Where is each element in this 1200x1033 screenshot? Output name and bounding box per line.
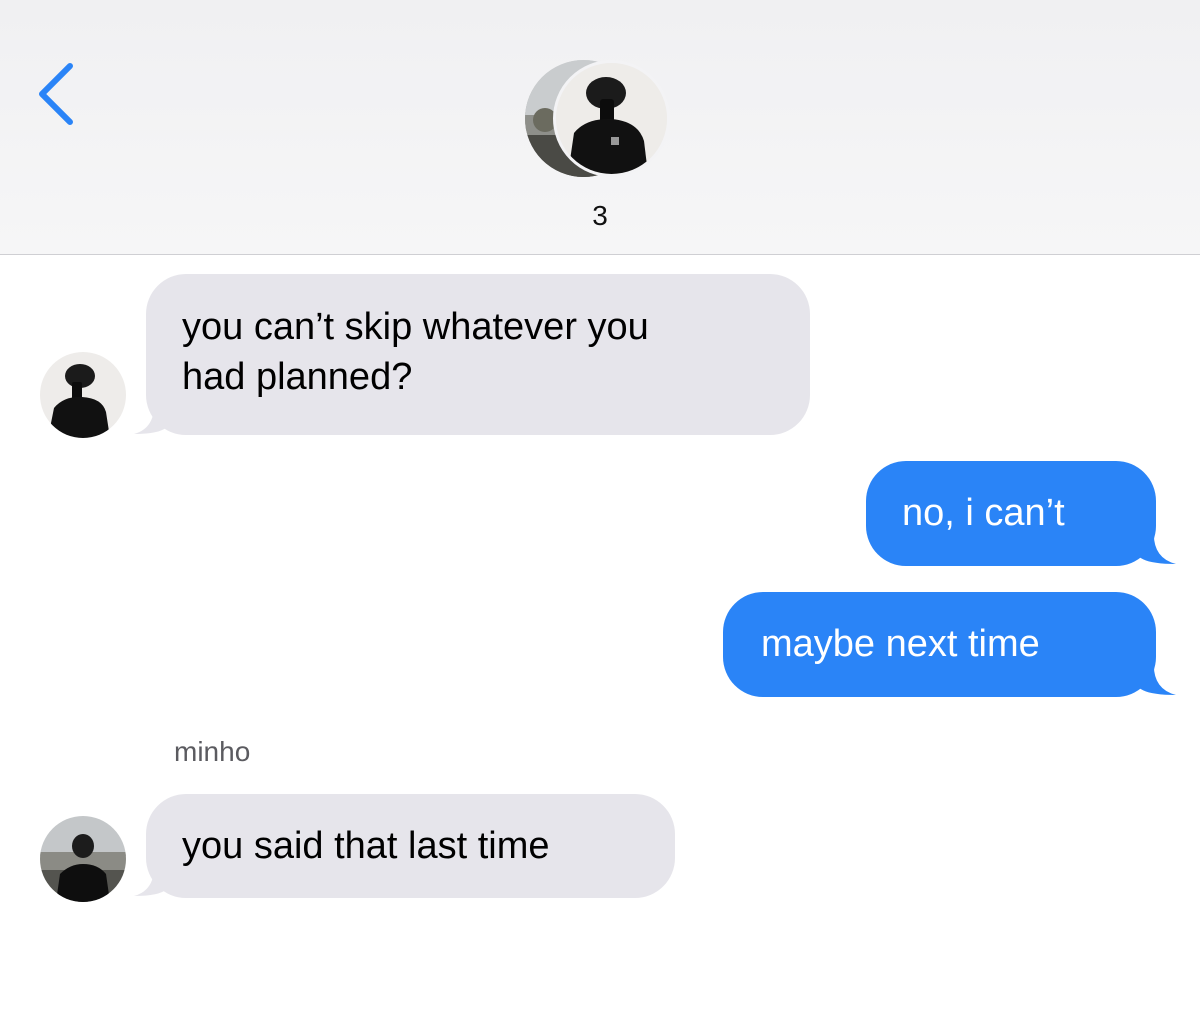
back-button[interactable]: [28, 58, 88, 138]
message-bubble[interactable]: no, i can’t: [866, 461, 1156, 566]
message-bubble[interactable]: you can’t skip whatever you had planned?: [146, 274, 810, 435]
sender-avatar[interactable]: [40, 816, 126, 902]
message-bubble[interactable]: maybe next time: [723, 592, 1156, 697]
group-member-avatar: [553, 60, 670, 177]
conversation-screen: 3 you can’t skip whatever you had planne…: [0, 0, 1200, 1033]
member-count[interactable]: 3: [0, 200, 1200, 232]
group-avatar[interactable]: [525, 60, 677, 180]
message-bubble[interactable]: you said that last time: [146, 794, 675, 898]
sender-avatar[interactable]: [40, 352, 126, 438]
sender-name: minho: [174, 736, 251, 767]
conversation-header: 3: [0, 0, 1200, 255]
chevron-left-icon: [39, 63, 73, 125]
